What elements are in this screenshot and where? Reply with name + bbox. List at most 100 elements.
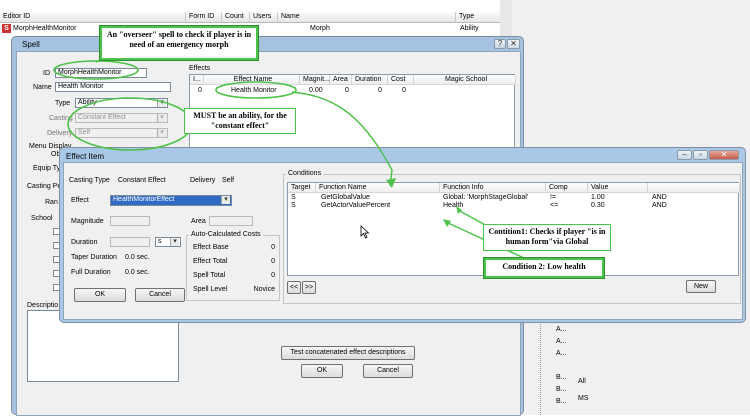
callout-condition2: Condition 2: Low health (483, 257, 605, 279)
cond-comp-cell: != (550, 194, 557, 201)
spell-level-label: Spell Level (193, 286, 228, 293)
spell-icon: S (2, 24, 11, 33)
list-item[interactable]: A... (556, 350, 567, 357)
cond-info-cell: Health (443, 202, 464, 209)
spell-help-button[interactable]: ? (494, 39, 506, 49)
effect-index-cell: 0 (198, 87, 202, 94)
spell-total-label: Spell Total (193, 272, 226, 279)
spell-ok-button[interactable]: OK (301, 364, 343, 378)
close-button[interactable]: ✕ (709, 150, 739, 160)
casting-perk-label: Casting Pe (27, 183, 62, 190)
taper-duration-label: Taper Duration (71, 254, 117, 261)
right-label-b: MS (578, 395, 589, 402)
casting-select[interactable]: Constant Effect (75, 113, 168, 123)
col-name[interactable]: Name (278, 12, 456, 23)
table-row[interactable]: S GetActorValuePercent Health <= 0.30 AN… (288, 202, 740, 210)
effect-duration-cell: 0 (378, 87, 382, 94)
duration-field[interactable] (110, 237, 150, 247)
cond-col-target[interactable]: Target (288, 183, 316, 193)
test-descriptions-button[interactable]: Test concatenated effect descriptions (281, 346, 415, 360)
cond-info-cell: Global: 'MorphStageGlobal' (443, 194, 529, 201)
type-select[interactable]: Ability (75, 98, 168, 108)
callout-must-be: MUST be an ability, for the "constant ef… (184, 108, 296, 134)
cond-col-function-info[interactable]: Function Info (440, 183, 546, 193)
list-item[interactable]: B... (556, 374, 567, 381)
cond-function-cell: GetGlobalValue (321, 194, 370, 201)
cond-new-button[interactable]: New (686, 280, 716, 293)
delivery-select[interactable]: Self (75, 128, 168, 138)
id-field[interactable]: MorphHealthMonitor (55, 68, 147, 78)
effect-total-label: Effect Total (193, 258, 228, 265)
duration-unit-select[interactable]: s (155, 237, 181, 247)
mouse-cursor-icon (360, 225, 370, 239)
main-scrollbar[interactable] (500, 0, 512, 40)
type-cell: Ability (460, 25, 479, 32)
magnitude-field[interactable] (110, 216, 150, 226)
list-item[interactable]: A... (556, 338, 567, 345)
name-label: Name (33, 84, 52, 91)
effect-area-cell: 0 (345, 87, 349, 94)
list-item[interactable]: B... (556, 398, 567, 405)
effect-base-label: Effect Base (193, 244, 229, 251)
spell-cancel-button[interactable]: Cancel (363, 364, 413, 378)
cond-next-button[interactable]: >> (302, 281, 316, 294)
delivery-label: Delivery (47, 130, 73, 137)
cond-op-cell: AND (652, 194, 667, 201)
col-editor-id[interactable]: Editor ID (0, 12, 186, 23)
effects-col-duration[interactable]: Duration (352, 75, 388, 85)
col-count[interactable]: Count (222, 12, 250, 23)
cond-comp-cell: <= (550, 202, 559, 209)
spell-title: Spell (22, 40, 40, 49)
cond-function-cell: GetActorValuePercent (321, 202, 391, 209)
effects-col-school[interactable]: Magic School (414, 75, 516, 85)
area-field[interactable] (209, 216, 253, 226)
maximize-button[interactable]: ▫ (693, 150, 708, 160)
effects-col-area[interactable]: Area (330, 75, 352, 85)
casting-type-label: Casting Type (69, 177, 110, 184)
effect-total-value: 0 (271, 258, 275, 265)
minimize-button[interactable]: – (677, 150, 692, 160)
effects-col-name[interactable]: Effect Name (204, 75, 300, 85)
effects-col-cost[interactable]: Cost (388, 75, 414, 85)
effect-select[interactable]: HealthMonitorEffect (110, 195, 232, 206)
table-row[interactable]: S GetGlobalValue Global: 'MorphStageGlob… (288, 194, 740, 202)
range-label: Ran (45, 199, 58, 206)
cond-value-cell: 1.00 (591, 194, 605, 201)
casting-type-value: Constant Effect (118, 177, 166, 184)
auto-costs-title: Auto-Calculated Costs (189, 231, 263, 238)
name-field[interactable]: Health Monitor (55, 82, 171, 92)
spell-close-button[interactable]: ✕ (507, 39, 520, 49)
cond-prev-button[interactable]: << (287, 281, 301, 294)
col-users[interactable]: Users (250, 12, 278, 23)
editor-id-cell: MorphHealthMonitor (13, 25, 77, 32)
auto-costs-group: Auto-Calculated Costs Effect Base 0 Effe… (186, 231, 280, 301)
cond-col-comp[interactable]: Comp (546, 183, 588, 193)
cond-op-cell: AND (652, 202, 667, 209)
name-cell: Morph (310, 25, 330, 32)
taper-duration-value: 0.0 sec. (125, 254, 150, 261)
magnitude-label: Magnitude (71, 218, 104, 225)
effects-col-magnitude[interactable]: Magnit... (300, 75, 330, 85)
effect-cancel-button[interactable]: Cancel (135, 288, 185, 302)
spell-level-value: Novice (253, 286, 275, 293)
col-form-id[interactable]: Form ID (186, 12, 222, 23)
casting-label: Casting (49, 115, 73, 122)
effect-magnitude-cell: 0.00 (309, 87, 323, 94)
effect-item-title: Effect Item (66, 152, 105, 161)
cond-col-op[interactable] (648, 183, 740, 193)
cond-col-value[interactable]: Value (588, 183, 648, 193)
callout-overseer: An "overseer" spell to check if player i… (99, 25, 259, 61)
table-row[interactable]: 0 Health Monitor 0.00 0 0 0 (190, 86, 516, 96)
effect-item-window: Effect Item – ▫ ✕ Casting Type Constant … (59, 147, 746, 323)
description-label: Descriptio (27, 302, 59, 309)
delivery-value-2: Self (222, 177, 235, 184)
list-item[interactable]: B... (556, 386, 567, 393)
cond-col-function-name[interactable]: Function Name (316, 183, 440, 193)
effect-ok-button[interactable]: OK (74, 288, 126, 302)
callout-condition1: Contition1: Checks if player "is in huma… (483, 224, 611, 251)
list-item[interactable]: A... (556, 326, 567, 333)
cond-value-cell: 0.30 (591, 202, 605, 209)
effect-label: Effect (71, 197, 89, 204)
effects-col-index[interactable]: I... (190, 75, 204, 85)
cond-target-cell: S (291, 202, 296, 209)
